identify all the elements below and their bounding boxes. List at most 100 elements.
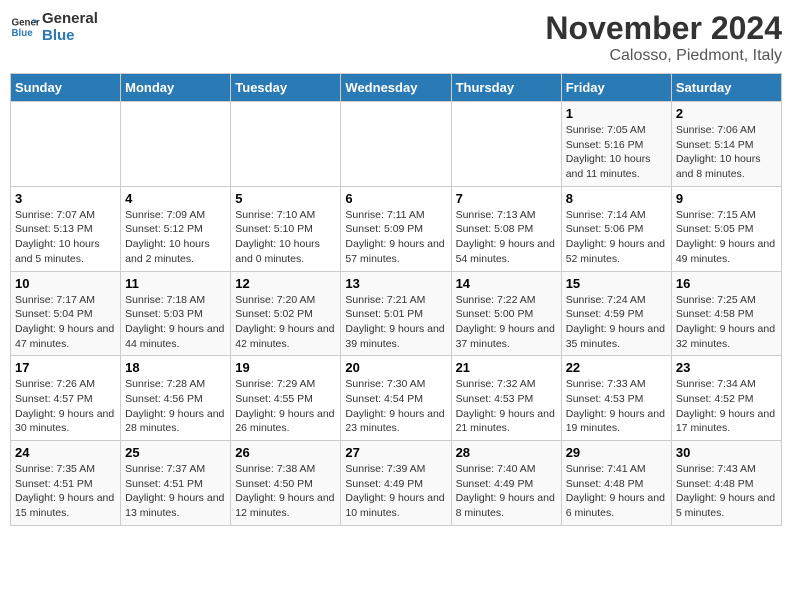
month-year-title: November 2024 [545, 10, 782, 47]
calendar-cell: 5 Sunrise: 7:10 AM Sunset: 5:10 PM Daylig… [231, 186, 341, 271]
day-info: Sunrise: 7:20 AM Sunset: 5:02 PM Dayligh… [235, 293, 336, 352]
day-header-tuesday: Tuesday [231, 74, 341, 102]
calendar-cell: 4Sunrise: 7:09 AM Sunset: 5:12 PM Daylig… [121, 186, 231, 271]
calendar-cell: 19 Sunrise: 7:29 AM Sunset: 4:55 PM Dayli… [231, 356, 341, 441]
calendar-cell: 20 Sunrise: 7:30 AM Sunset: 4:54 PM Dayli… [341, 356, 451, 441]
day-info: Sunrise: 7:29 AM Sunset: 4:55 PM Dayligh… [235, 377, 336, 436]
day-number: 16 [676, 276, 777, 291]
week-row-2: 3 Sunrise: 7:07 AM Sunset: 5:13 PM Daylig… [11, 186, 782, 271]
day-number: 29 [566, 445, 667, 460]
day-info: Sunrise: 7:06 AM Sunset: 5:14 PM Dayligh… [676, 123, 777, 182]
day-info: Sunrise: 7:26 AM Sunset: 4:57 PM Dayligh… [15, 377, 116, 436]
calendar-cell: 22 Sunrise: 7:33 AM Sunset: 4:53 PM Dayli… [561, 356, 671, 441]
day-info: Sunrise: 7:39 AM Sunset: 4:49 PM Dayligh… [345, 462, 446, 521]
calendar-cell: 24Sunrise: 7:35 AM Sunset: 4:51 PM Dayli… [11, 441, 121, 526]
calendar-cell: 6 Sunrise: 7:11 AM Sunset: 5:09 PM Daylig… [341, 186, 451, 271]
day-number: 22 [566, 360, 667, 375]
calendar-cell [451, 102, 561, 187]
day-info: Sunrise: 7:37 AM Sunset: 4:51 PM Dayligh… [125, 462, 226, 521]
calendar-cell: 12 Sunrise: 7:20 AM Sunset: 5:02 PM Dayli… [231, 271, 341, 356]
calendar-table: SundayMondayTuesdayWednesdayThursdayFrid… [10, 73, 782, 526]
calendar-cell: 30 Sunrise: 7:43 AM Sunset: 4:48 PM Dayli… [671, 441, 781, 526]
calendar-cell: 18 Sunrise: 7:28 AM Sunset: 4:56 PM Dayli… [121, 356, 231, 441]
calendar-cell: 27 Sunrise: 7:39 AM Sunset: 4:49 PM Dayli… [341, 441, 451, 526]
calendar-cell: 8 Sunrise: 7:14 AM Sunset: 5:06 PM Daylig… [561, 186, 671, 271]
calendar-cell: 13 Sunrise: 7:21 AM Sunset: 5:01 PM Dayli… [341, 271, 451, 356]
day-number: 30 [676, 445, 777, 460]
day-number: 9 [676, 191, 777, 206]
calendar-cell: 15Sunrise: 7:24 AM Sunset: 4:59 PM Dayli… [561, 271, 671, 356]
calendar-cell: 11 Sunrise: 7:18 AM Sunset: 5:03 PM Dayli… [121, 271, 231, 356]
day-number: 2 [676, 106, 777, 121]
day-info: Sunrise: 7:17 AM Sunset: 5:04 PM Dayligh… [15, 293, 116, 352]
day-number: 12 [235, 276, 336, 291]
day-header-friday: Friday [561, 74, 671, 102]
calendar-cell: 14 Sunrise: 7:22 AM Sunset: 5:00 PM Dayli… [451, 271, 561, 356]
day-number: 7 [456, 191, 557, 206]
logo: General Blue General Blue [10, 10, 98, 44]
day-number: 17 [15, 360, 116, 375]
day-header-thursday: Thursday [451, 74, 561, 102]
day-info: Sunrise: 7:38 AM Sunset: 4:50 PM Dayligh… [235, 462, 336, 521]
day-number: 18 [125, 360, 226, 375]
day-number: 20 [345, 360, 446, 375]
svg-text:General: General [12, 18, 41, 29]
calendar-cell [341, 102, 451, 187]
day-info: Sunrise: 7:22 AM Sunset: 5:00 PM Dayligh… [456, 293, 557, 352]
day-info: Sunrise: 7:24 AM Sunset: 4:59 PM Dayligh… [566, 293, 667, 352]
week-row-1: 1 Sunrise: 7:05 AM Sunset: 5:16 PM Daylig… [11, 102, 782, 187]
day-number: 27 [345, 445, 446, 460]
day-number: 4 [125, 191, 226, 206]
calendar-cell: 29Sunrise: 7:41 AM Sunset: 4:48 PM Dayli… [561, 441, 671, 526]
day-number: 1 [566, 106, 667, 121]
week-row-5: 24Sunrise: 7:35 AM Sunset: 4:51 PM Dayli… [11, 441, 782, 526]
day-info: Sunrise: 7:10 AM Sunset: 5:10 PM Dayligh… [235, 208, 336, 267]
day-number: 10 [15, 276, 116, 291]
calendar-cell: 3 Sunrise: 7:07 AM Sunset: 5:13 PM Daylig… [11, 186, 121, 271]
calendar-cell: 17 Sunrise: 7:26 AM Sunset: 4:57 PM Dayli… [11, 356, 121, 441]
day-info: Sunrise: 7:30 AM Sunset: 4:54 PM Dayligh… [345, 377, 446, 436]
day-info: Sunrise: 7:28 AM Sunset: 4:56 PM Dayligh… [125, 377, 226, 436]
day-number: 5 [235, 191, 336, 206]
day-info: Sunrise: 7:34 AM Sunset: 4:52 PM Dayligh… [676, 377, 777, 436]
calendar-cell: 2 Sunrise: 7:06 AM Sunset: 5:14 PM Daylig… [671, 102, 781, 187]
day-header-monday: Monday [121, 74, 231, 102]
calendar-cell: 9 Sunrise: 7:15 AM Sunset: 5:05 PM Daylig… [671, 186, 781, 271]
days-header-row: SundayMondayTuesdayWednesdayThursdayFrid… [11, 74, 782, 102]
day-info: Sunrise: 7:40 AM Sunset: 4:49 PM Dayligh… [456, 462, 557, 521]
calendar-cell [11, 102, 121, 187]
day-info: Sunrise: 7:35 AM Sunset: 4:51 PM Dayligh… [15, 462, 116, 521]
day-number: 25 [125, 445, 226, 460]
day-number: 19 [235, 360, 336, 375]
logo-general: General [42, 10, 98, 27]
day-number: 6 [345, 191, 446, 206]
day-info: Sunrise: 7:18 AM Sunset: 5:03 PM Dayligh… [125, 293, 226, 352]
page-header: General Blue General Blue November 2024 … [10, 10, 782, 65]
svg-text:Blue: Blue [12, 28, 34, 39]
day-number: 14 [456, 276, 557, 291]
day-number: 8 [566, 191, 667, 206]
calendar-cell: 21Sunrise: 7:32 AM Sunset: 4:53 PM Dayli… [451, 356, 561, 441]
day-number: 23 [676, 360, 777, 375]
logo-blue: Blue [42, 27, 98, 44]
day-info: Sunrise: 7:05 AM Sunset: 5:16 PM Dayligh… [566, 123, 667, 182]
day-header-sunday: Sunday [11, 74, 121, 102]
day-number: 3 [15, 191, 116, 206]
calendar-cell: 25 Sunrise: 7:37 AM Sunset: 4:51 PM Dayli… [121, 441, 231, 526]
day-header-saturday: Saturday [671, 74, 781, 102]
day-info: Sunrise: 7:43 AM Sunset: 4:48 PM Dayligh… [676, 462, 777, 521]
day-header-wednesday: Wednesday [341, 74, 451, 102]
day-info: Sunrise: 7:11 AM Sunset: 5:09 PM Dayligh… [345, 208, 446, 267]
day-number: 13 [345, 276, 446, 291]
calendar-cell: 7Sunrise: 7:13 AM Sunset: 5:08 PM Daylig… [451, 186, 561, 271]
day-info: Sunrise: 7:07 AM Sunset: 5:13 PM Dayligh… [15, 208, 116, 267]
logo-icon: General Blue [10, 12, 40, 42]
title-block: November 2024 Calosso, Piedmont, Italy [545, 10, 782, 65]
day-info: Sunrise: 7:14 AM Sunset: 5:06 PM Dayligh… [566, 208, 667, 267]
day-info: Sunrise: 7:33 AM Sunset: 4:53 PM Dayligh… [566, 377, 667, 436]
day-number: 11 [125, 276, 226, 291]
calendar-cell: 16Sunrise: 7:25 AM Sunset: 4:58 PM Dayli… [671, 271, 781, 356]
day-info: Sunrise: 7:21 AM Sunset: 5:01 PM Dayligh… [345, 293, 446, 352]
day-info: Sunrise: 7:15 AM Sunset: 5:05 PM Dayligh… [676, 208, 777, 267]
calendar-cell: 28Sunrise: 7:40 AM Sunset: 4:49 PM Dayli… [451, 441, 561, 526]
